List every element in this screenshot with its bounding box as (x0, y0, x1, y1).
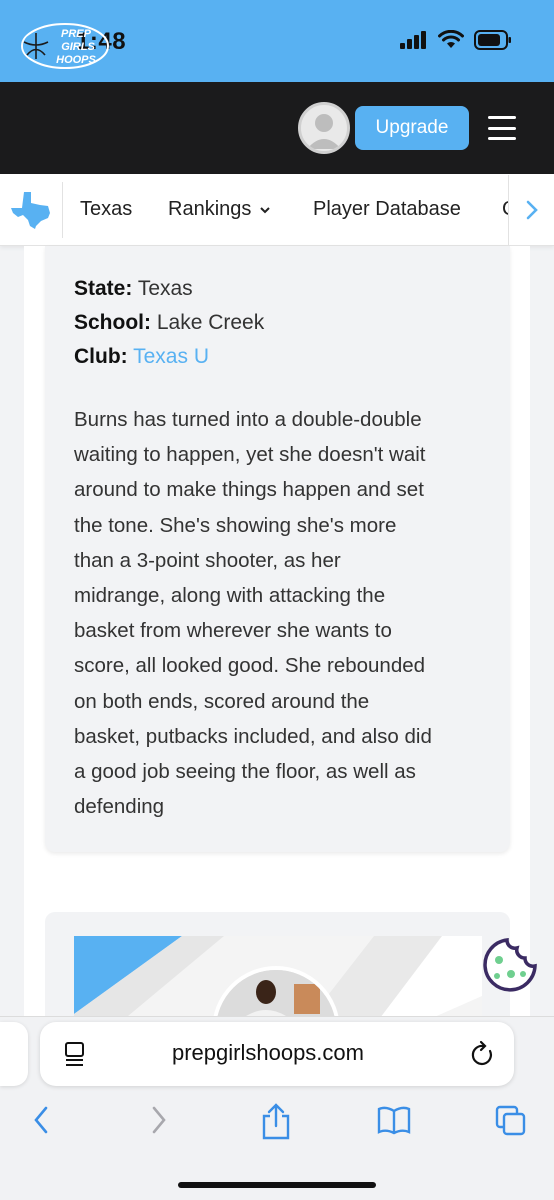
school-label: School: (74, 311, 151, 334)
bio-line: a good job seeing the floor, as well as (74, 760, 416, 784)
back-icon[interactable] (30, 1102, 52, 1138)
chevron-down-icon (260, 206, 271, 213)
school-row: School: Lake Creek (74, 311, 264, 335)
status-icons (400, 30, 512, 50)
bio-line: basket from wherever she wants to (74, 619, 392, 643)
bio-line: than a 3-point shooter, as her (74, 548, 341, 572)
sub-nav-rankings-label: Rankings (168, 198, 252, 220)
reload-icon[interactable] (470, 1040, 496, 1068)
school-value: Lake Creek (156, 311, 265, 334)
logo-text-prep: PREP (61, 28, 92, 40)
bio-line: midrange, along with attacking the (74, 584, 386, 608)
player-bio: Burns has turned into a double-double wa… (74, 402, 486, 824)
club-row: Club: Texas U (74, 345, 209, 369)
hamburger-menu-icon[interactable] (488, 116, 516, 140)
sub-nav-player-database[interactable]: Player Database (313, 198, 461, 221)
bio-line: the tone. She's showing she's more (74, 513, 397, 537)
logo-text-hoops: HOOPS (56, 54, 96, 66)
upgrade-button[interactable]: Upgrade (355, 106, 469, 150)
bio-line: waiting to happen, yet she doesn't wait (74, 443, 426, 467)
battery-icon (474, 30, 511, 50)
forward-icon[interactable] (148, 1102, 170, 1138)
home-indicator (178, 1182, 376, 1188)
prep-girls-hoops-logo[interactable]: PREP GIRLS HOOPS (20, 22, 110, 70)
previous-tab-preview[interactable] (0, 1022, 28, 1086)
bio-line: defending (74, 795, 165, 819)
sub-nav-divider (62, 182, 63, 238)
tabs-icon[interactable] (494, 1102, 528, 1138)
texas-state-icon[interactable] (10, 191, 52, 229)
reader-mode-icon[interactable] (64, 1041, 86, 1067)
wifi-icon (438, 30, 464, 48)
bookmarks-icon[interactable] (376, 1102, 412, 1138)
bio-line: around to make things happen and set (74, 478, 424, 502)
share-icon[interactable] (260, 1102, 292, 1140)
cookie-settings-icon[interactable] (479, 936, 539, 992)
signal-icon (400, 31, 426, 49)
sub-nav-scroll-right-button[interactable] (508, 175, 554, 245)
club-label: Club: (74, 345, 128, 368)
club-link[interactable]: Texas U (133, 345, 209, 368)
state-label: State: (74, 277, 133, 300)
url-text[interactable]: prepgirlshoops.com (172, 1040, 364, 1066)
chevron-right-icon (526, 200, 538, 220)
state-row: State: Texas (74, 277, 193, 301)
state-value: Texas (137, 277, 193, 300)
sub-nav-rankings[interactable]: Rankings (168, 198, 271, 221)
user-icon (307, 114, 341, 149)
sub-nav-texas[interactable]: Texas (80, 198, 132, 221)
bio-line: on both ends, scored around the (74, 689, 370, 713)
site-header (0, 82, 554, 174)
bio-line: basket, putbacks included, and also did (74, 724, 432, 748)
user-avatar[interactable] (298, 102, 350, 154)
logo-text-girls: GIRLS (61, 41, 95, 53)
bio-line: score, all looked good. She rebounded (74, 654, 426, 678)
bio-line: Burns has turned into a double-double (74, 408, 422, 431)
